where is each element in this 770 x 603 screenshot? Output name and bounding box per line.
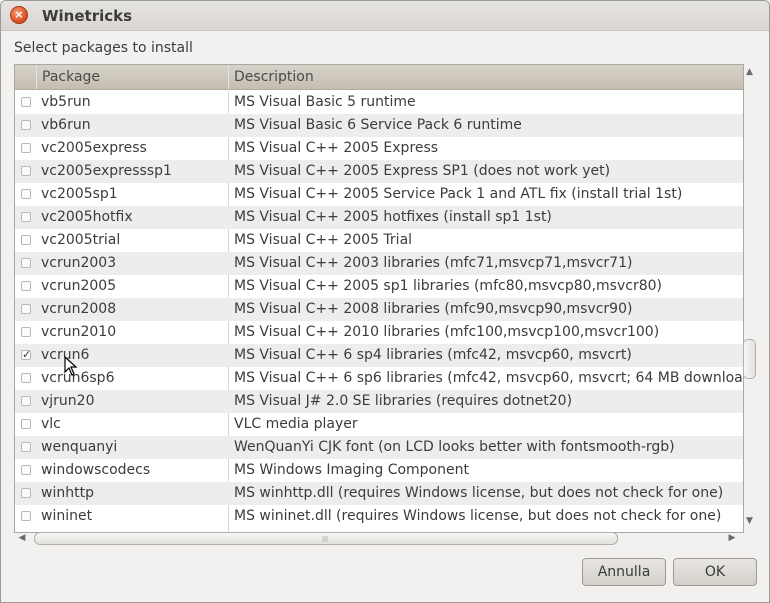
package-checkbox[interactable] bbox=[21, 235, 31, 245]
package-name: vc2005trial bbox=[41, 232, 121, 248]
package-name: vc2005express bbox=[41, 140, 147, 156]
package-checkbox[interactable] bbox=[21, 166, 31, 176]
table-row[interactable]: vc2005hotfix MS Visual C++ 2005 hotfixes … bbox=[15, 206, 743, 229]
package-checkbox[interactable] bbox=[21, 258, 31, 268]
package-checkbox[interactable]: ✓ bbox=[21, 348, 32, 361]
package-checkbox[interactable] bbox=[21, 212, 31, 222]
package-description: MS winhttp.dll (requires Windows license… bbox=[234, 485, 724, 501]
table-row[interactable]: vc2005trial MS Visual C++ 2005 Trial bbox=[15, 229, 743, 252]
package-checkbox[interactable] bbox=[21, 143, 31, 153]
grip-icon: ||| bbox=[322, 536, 329, 543]
package-name: vc2005sp1 bbox=[41, 186, 118, 202]
table-row[interactable]: wenquanyi WenQuanYi CJK font (on LCD look… bbox=[15, 436, 743, 459]
chevron-right-icon[interactable]: ▶ bbox=[727, 533, 737, 543]
table-row[interactable]: ✓ vcrun6 MS Visual C++ 6 sp4 libraries (mf… bbox=[15, 344, 743, 367]
vertical-scroll-thumb[interactable] bbox=[743, 339, 756, 379]
checkmark-icon: ✓ bbox=[22, 348, 32, 361]
instruction-label: Select packages to install bbox=[14, 40, 193, 56]
chevron-down-icon[interactable]: ▼ bbox=[742, 516, 757, 526]
table-row[interactable]: vb5run MS Visual Basic 5 runtime bbox=[15, 91, 743, 114]
package-checkbox[interactable] bbox=[21, 97, 31, 107]
table-row[interactable]: vcrun2010 MS Visual C++ 2010 libraries (m… bbox=[15, 321, 743, 344]
package-name: windowscodecs bbox=[41, 462, 151, 478]
package-name: vcrun2008 bbox=[41, 301, 117, 317]
package-description: MS Visual C++ 2003 libraries (mfc71,msvc… bbox=[234, 255, 633, 271]
package-description: MS Visual C++ 2005 Express bbox=[234, 140, 439, 156]
package-description: MS Visual C++ 2005 hotfixes (install sp1… bbox=[234, 209, 552, 225]
package-description: MS Visual C++ 2005 Trial bbox=[234, 232, 413, 248]
table-row[interactable]: vjrun20 MS Visual J# 2.0 SE libraries (re… bbox=[15, 390, 743, 413]
table-row[interactable]: vlc VLC media player bbox=[15, 413, 743, 436]
package-list[interactable]: Package Description vb5run MS Visual Basi… bbox=[14, 64, 744, 533]
package-name: vjrun20 bbox=[41, 393, 95, 409]
package-name: wininet bbox=[41, 508, 93, 524]
table-row[interactable]: winhttp MS winhttp.dll (requires Windows … bbox=[15, 482, 743, 505]
horizontal-scrollbar[interactable]: ◀ ||| ▶ bbox=[14, 531, 742, 546]
package-name: vcrun2005 bbox=[41, 278, 117, 294]
package-checkbox[interactable] bbox=[21, 327, 31, 337]
package-description: MS Visual Basic 6 Service Pack 6 runtime bbox=[234, 117, 522, 133]
winetricks-window: × Winetricks Select packages to install … bbox=[0, 0, 770, 603]
package-name: vcrun2003 bbox=[41, 255, 117, 271]
column-header-row: Package Description bbox=[15, 65, 743, 90]
table-row[interactable]: vc2005express MS Visual C++ 2005 Express bbox=[15, 137, 743, 160]
package-description: MS wininet.dll (requires Windows license… bbox=[234, 508, 722, 524]
package-checkbox[interactable] bbox=[21, 281, 31, 291]
package-description: MS Visual C++ 6 sp6 libraries (mfc42, ms… bbox=[234, 370, 744, 386]
table-row[interactable]: wininet MS wininet.dll (requires Windows … bbox=[15, 505, 743, 528]
table-row[interactable]: vcrun2005 MS Visual C++ 2005 sp1 librarie… bbox=[15, 275, 743, 298]
package-checkbox[interactable] bbox=[21, 396, 31, 406]
vertical-scrollbar[interactable]: ▲ ▼ bbox=[742, 64, 757, 533]
package-checkbox[interactable] bbox=[21, 465, 31, 475]
package-description: MS Visual C++ 2005 sp1 libraries (mfc80,… bbox=[234, 278, 662, 294]
package-checkbox[interactable] bbox=[21, 442, 31, 452]
table-row[interactable]: vc2005expresssp1 MS Visual C++ 2005 Expre… bbox=[15, 160, 743, 183]
table-row[interactable]: vc2005sp1 MS Visual C++ 2005 Service Pack… bbox=[15, 183, 743, 206]
package-description: MS Visual C++ 2005 Service Pack 1 and AT… bbox=[234, 186, 683, 202]
package-name: vb5run bbox=[41, 94, 91, 110]
package-checkbox[interactable] bbox=[21, 120, 31, 130]
package-description: MS Visual C++ 2008 libraries (mfc90,msvc… bbox=[234, 301, 633, 317]
column-header-check[interactable] bbox=[15, 65, 36, 89]
ok-button[interactable]: OK bbox=[673, 558, 757, 586]
package-checkbox[interactable] bbox=[21, 511, 31, 521]
chevron-left-icon[interactable]: ◀ bbox=[17, 533, 27, 543]
package-name: vc2005expresssp1 bbox=[41, 163, 172, 179]
table-row[interactable]: vb6run MS Visual Basic 6 Service Pack 6 r… bbox=[15, 114, 743, 137]
cancel-button[interactable]: Annulla bbox=[582, 558, 666, 586]
package-description: MS Visual C++ 6 sp4 libraries (mfc42, ms… bbox=[234, 347, 632, 363]
package-description: MS Visual Basic 5 runtime bbox=[234, 94, 416, 110]
package-name: winhttp bbox=[41, 485, 94, 501]
package-description: WenQuanYi CJK font (on LCD looks better … bbox=[234, 439, 675, 455]
window-title: Winetricks bbox=[42, 7, 133, 25]
package-checkbox[interactable] bbox=[21, 189, 31, 199]
title-bar[interactable]: × Winetricks bbox=[1, 1, 769, 31]
table-row[interactable]: vcrun2008 MS Visual C++ 2008 libraries (m… bbox=[15, 298, 743, 321]
package-name: vb6run bbox=[41, 117, 91, 133]
package-checkbox[interactable] bbox=[21, 304, 31, 314]
package-checkbox[interactable] bbox=[21, 419, 31, 429]
package-description: MS Windows Imaging Component bbox=[234, 462, 469, 478]
package-checkbox[interactable] bbox=[21, 373, 31, 383]
package-checkbox[interactable] bbox=[21, 488, 31, 498]
table-row[interactable]: vcrun6sp6 MS Visual C++ 6 sp6 libraries (… bbox=[15, 367, 743, 390]
package-name: vlc bbox=[41, 416, 61, 432]
mouse-pointer-icon bbox=[64, 356, 78, 376]
package-name: wenquanyi bbox=[41, 439, 118, 455]
chevron-up-icon[interactable]: ▲ bbox=[742, 67, 757, 77]
horizontal-scroll-thumb[interactable]: ||| bbox=[34, 532, 618, 545]
column-header-description[interactable]: Description bbox=[228, 65, 743, 89]
table-row[interactable]: vcrun2003 MS Visual C++ 2003 libraries (m… bbox=[15, 252, 743, 275]
package-name: vc2005hotfix bbox=[41, 209, 133, 225]
close-icon[interactable]: × bbox=[10, 6, 28, 24]
column-header-package[interactable]: Package bbox=[36, 65, 228, 89]
package-description: MS Visual J# 2.0 SE libraries (requires … bbox=[234, 393, 573, 409]
package-description: MS Visual C++ 2005 Express SP1 (does not… bbox=[234, 163, 611, 179]
package-description: MS Visual C++ 2010 libraries (mfc100,msv… bbox=[234, 324, 660, 340]
table-row[interactable]: windowscodecs MS Windows Imaging Componen… bbox=[15, 459, 743, 482]
package-rows: vb5run MS Visual Basic 5 runtime vb6run MS … bbox=[15, 91, 743, 528]
package-name: vcrun2010 bbox=[41, 324, 117, 340]
package-description: VLC media player bbox=[234, 416, 358, 432]
